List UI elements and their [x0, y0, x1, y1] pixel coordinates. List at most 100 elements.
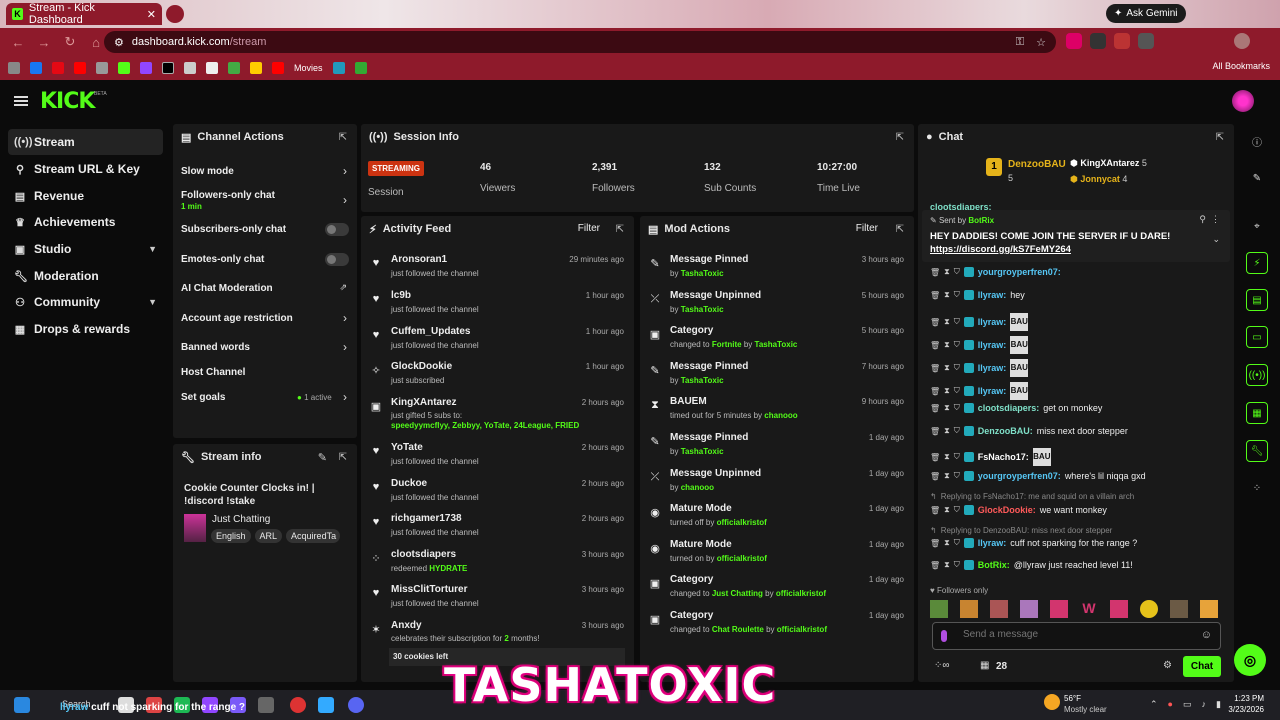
- address-bar[interactable]: ⚙ dashboard.kick.com/stream ⚿ ☆: [104, 31, 1056, 53]
- category-name[interactable]: Just Chatting: [212, 514, 270, 525]
- taskbar-app-icon[interactable]: [318, 697, 334, 713]
- shield-icon[interactable]: ⛉: [954, 426, 960, 436]
- popout-icon[interactable]: ⇱: [896, 224, 904, 235]
- emote-icon[interactable]: [1140, 600, 1158, 618]
- activity-user[interactable]: KingXAntarez: [391, 397, 457, 408]
- profile-icon[interactable]: [1234, 33, 1250, 49]
- chat-input[interactable]: [963, 629, 1183, 640]
- list-icon[interactable]: ▤: [1246, 289, 1268, 311]
- leader-name[interactable]: DenzooBAU: [1008, 159, 1066, 170]
- chevron-right-icon[interactable]: ›: [343, 193, 347, 207]
- focus-icon[interactable]: ⌖: [1246, 215, 1268, 237]
- external-link-icon[interactable]: ⇗: [339, 282, 347, 293]
- forward-icon[interactable]: →: [36, 35, 52, 50]
- bookmark-icon[interactable]: [228, 62, 240, 74]
- movies-icon[interactable]: [272, 62, 284, 74]
- chat-message[interactable]: 🗑︎ ⧗ ⛉ llyraw: cuff not sparking for the ran…: [930, 538, 1137, 548]
- mic-icon[interactable]: ●: [1168, 699, 1173, 710]
- chat-username[interactable]: GlockDookie:: [978, 505, 1036, 515]
- sidebar-item-stream-url-key[interactable]: ⚲ Stream URL & Key: [8, 156, 163, 182]
- chat-icon[interactable]: ▭: [1246, 326, 1268, 348]
- chat-username[interactable]: llyraw:: [978, 340, 1007, 350]
- delete-icon[interactable]: 🗑︎: [930, 364, 940, 373]
- facebook-icon[interactable]: [30, 62, 42, 74]
- send-chat-button[interactable]: Chat: [1183, 656, 1221, 677]
- activity-user[interactable]: richgamer1738: [391, 513, 462, 524]
- bookmark-icon[interactable]: [250, 62, 262, 74]
- chat-message[interactable]: 🗑︎ ⧗ ⛉ llyraw: BAU: [930, 336, 1029, 354]
- star-icon[interactable]: ☆: [1036, 36, 1046, 49]
- wrench-icon[interactable]: 🔧︎: [1246, 440, 1268, 462]
- sidebar-item-achievements[interactable]: ♛ Achievements: [8, 209, 163, 235]
- chat-message[interactable]: 🗑︎ ⧗ ⛉ llyraw: BAU: [930, 359, 1029, 377]
- clock-time[interactable]: 1:23 PM: [1228, 694, 1264, 703]
- delete-icon[interactable]: 🗑︎: [930, 291, 940, 300]
- chevron-up-icon[interactable]: ⌃: [1150, 699, 1158, 710]
- delete-icon[interactable]: 🗑︎: [930, 404, 940, 413]
- chat-message[interactable]: 🗑︎ ⧗ ⛉ FsNacho17: BAU: [930, 448, 1051, 466]
- network-icon[interactable]: ▭: [1183, 699, 1192, 710]
- edit-icon[interactable]: ✎: [1246, 167, 1268, 189]
- delete-icon[interactable]: 🗑︎: [930, 427, 940, 436]
- banned-words-row[interactable]: Banned words: [181, 342, 351, 353]
- chat-message[interactable]: 🗑︎ ⧗ ⛉ llyraw: BAU: [930, 382, 1029, 400]
- points-icon[interactable]: ⁘∞: [934, 660, 950, 671]
- activity-user[interactable]: Aronsoran1: [391, 254, 447, 265]
- chevron-right-icon[interactable]: ›: [343, 340, 347, 354]
- chevron-right-icon[interactable]: ›: [343, 390, 347, 404]
- x-icon[interactable]: [162, 62, 174, 74]
- subscribers-only-toggle[interactable]: [325, 223, 349, 236]
- timeout-icon[interactable]: ⧗: [944, 363, 950, 373]
- filter-button[interactable]: Filter: [578, 223, 600, 234]
- popout-icon[interactable]: ⇱: [1216, 132, 1224, 143]
- emote-icon[interactable]: [1110, 600, 1128, 618]
- mod-action-by[interactable]: TashaToxic: [681, 376, 724, 385]
- store-icon[interactable]: ▦: [980, 660, 989, 671]
- mod-action-by[interactable]: TashaToxic: [681, 269, 724, 278]
- mod-action-by[interactable]: officialkristof: [776, 589, 826, 598]
- chat-username[interactable]: llyraw:: [978, 290, 1007, 300]
- shield-icon[interactable]: ⛉: [954, 505, 960, 515]
- pinned-user[interactable]: BotRix: [968, 216, 994, 225]
- emote-icon[interactable]: W: [1080, 600, 1098, 618]
- chat-username[interactable]: llyraw:: [978, 538, 1007, 548]
- kick-bookmark-icon[interactable]: [118, 62, 130, 74]
- sidebar-item-stream[interactable]: ((•)) Stream: [8, 129, 163, 155]
- chevron-right-icon[interactable]: ›: [343, 311, 347, 325]
- extension-icon[interactable]: [1114, 33, 1130, 49]
- bookmark-movies[interactable]: Movies: [294, 63, 323, 73]
- timeout-icon[interactable]: ⧗: [944, 403, 950, 413]
- filter-button[interactable]: Filter: [856, 223, 878, 234]
- mod-action-by[interactable]: chanooo: [764, 411, 797, 420]
- edit-icon[interactable]: ✎: [318, 451, 327, 464]
- timeout-icon[interactable]: ⧗: [944, 426, 950, 436]
- weather-temp[interactable]: 56°F: [1064, 694, 1081, 703]
- support-chat-button[interactable]: ◎: [1234, 644, 1266, 676]
- ask-gemini-button[interactable]: ✦ Ask Gemini: [1106, 4, 1186, 23]
- shield-icon[interactable]: ⛉: [954, 317, 960, 327]
- site-info-icon[interactable]: ⚙: [114, 36, 124, 49]
- mod-action-by[interactable]: TashaToxic: [681, 305, 724, 314]
- chat-message[interactable]: 🗑︎ ⧗ ⛉ clootsdiapers: get on monkey: [930, 403, 1102, 413]
- sidebar-item-moderation[interactable]: 🔧︎ Moderation: [8, 263, 163, 289]
- timeout-icon[interactable]: ⧗: [944, 317, 950, 327]
- youtube-icon[interactable]: [74, 62, 86, 74]
- popout-icon[interactable]: ⇱: [339, 132, 347, 143]
- sidebar-item-community[interactable]: ⚇ Community ▼: [8, 289, 163, 315]
- bookmark-icon[interactable]: [8, 62, 20, 74]
- shield-icon[interactable]: ⛉: [954, 386, 960, 396]
- mod-action-by[interactable]: chanooo: [681, 483, 714, 492]
- activity-user[interactable]: GlockDookie: [391, 361, 452, 372]
- timeout-icon[interactable]: ⧗: [944, 340, 950, 350]
- more-icon[interactable]: ⋮: [1211, 214, 1220, 225]
- host-channel-row[interactable]: Host Channel: [181, 367, 351, 378]
- key-icon[interactable]: ⚿: [1016, 36, 1024, 49]
- sidebar-item-drops-rewards[interactable]: ▦ Drops & rewards: [8, 316, 163, 342]
- broadcast-icon[interactable]: ((•)): [1246, 364, 1268, 386]
- shield-icon[interactable]: ⛉: [954, 267, 960, 277]
- activity-user[interactable]: lc9b: [391, 290, 411, 301]
- tag[interactable]: ARL: [254, 529, 283, 543]
- back-icon[interactable]: ←: [10, 35, 26, 50]
- bolt-icon[interactable]: ⚡︎: [1246, 252, 1268, 274]
- chat-username[interactable]: DenzooBAU:: [978, 426, 1033, 436]
